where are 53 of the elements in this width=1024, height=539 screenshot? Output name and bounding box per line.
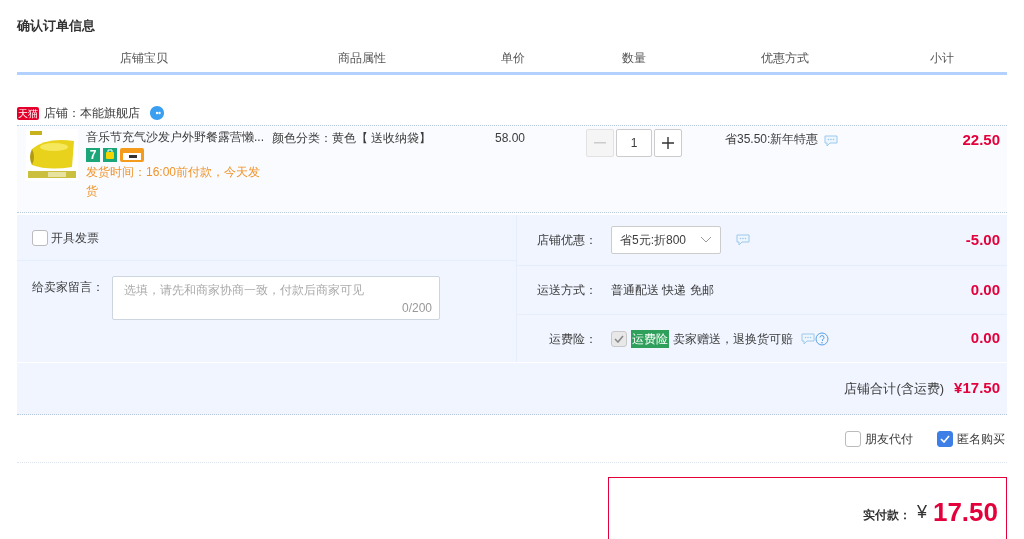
check-icon bbox=[940, 434, 950, 443]
discount-dropdown[interactable]: 省5元:折800 bbox=[611, 226, 721, 254]
shop-total-label: 店铺合计(含运费) bbox=[844, 379, 945, 398]
invoice-label[interactable]: 开具发票 bbox=[51, 228, 99, 247]
option-label[interactable]: 朋友代付 bbox=[865, 429, 913, 448]
character-counter: 0/200 bbox=[401, 300, 432, 317]
insurance-text: 卖家赠送，退换货可赔 bbox=[673, 330, 793, 348]
chat-icon[interactable] bbox=[149, 105, 165, 121]
quantity-field[interactable]: 1 bbox=[616, 129, 652, 157]
shop-discount-amount: -5.00 bbox=[965, 229, 1001, 250]
column-header: 优惠方式 bbox=[761, 50, 809, 67]
product-attributes: 颜色分类：黄色【 送收纳袋】 bbox=[272, 131, 432, 145]
delivery-time: 发货时间：16:00前付款，今天发货 bbox=[86, 164, 262, 200]
shipping-amount: 0.00 bbox=[970, 279, 1001, 300]
column-header: 单价 bbox=[501, 50, 525, 67]
discount-text: 省35.50:新年特惠 bbox=[725, 131, 819, 148]
chat-icon[interactable] bbox=[801, 332, 815, 345]
shop-total-amount: ¥17.50 bbox=[954, 378, 1000, 399]
help-icon[interactable] bbox=[815, 331, 829, 346]
chat-icon[interactable] bbox=[736, 234, 750, 246]
chat-icon[interactable] bbox=[824, 135, 839, 147]
checkbox[interactable] bbox=[845, 430, 861, 447]
page-title: 确认订单信息 bbox=[17, 17, 96, 35]
increase-button[interactable] bbox=[654, 129, 682, 157]
currency-symbol: ¥ bbox=[916, 501, 927, 524]
shop-name[interactable]: 店铺：本能旗舰店 bbox=[44, 104, 140, 122]
checkbox[interactable] bbox=[32, 229, 48, 246]
insurance-label: 运费险： bbox=[548, 330, 597, 348]
chevron-down-icon bbox=[700, 236, 712, 244]
subtotal: 22.50 bbox=[962, 131, 1000, 148]
shop-discount-label: 店铺优惠： bbox=[536, 232, 597, 249]
message-label: 给卖家留言： bbox=[32, 279, 104, 296]
product-title[interactable]: 音乐节充气沙发户外野餐露营懒... bbox=[86, 129, 266, 145]
check-icon bbox=[614, 334, 624, 343]
insurance-amount: 0.00 bbox=[970, 328, 1001, 349]
payment-label: 实付款： bbox=[862, 507, 911, 524]
seven-day-badge: 7 bbox=[86, 148, 100, 162]
payment-amount: 17.50 bbox=[932, 496, 998, 528]
column-header: 小计 bbox=[929, 50, 954, 67]
card-icon bbox=[120, 148, 144, 162]
column-header: 商品属性 bbox=[338, 50, 386, 67]
insurance-tag: 运费险 bbox=[631, 329, 669, 348]
column-header: 店铺宝贝 bbox=[120, 50, 168, 67]
option-label[interactable]: 匿名购买 bbox=[957, 429, 1005, 448]
checkbox[interactable] bbox=[937, 430, 953, 447]
column-header: 数量 bbox=[622, 50, 646, 67]
tmall-badge: 天猫 bbox=[17, 106, 39, 120]
minus-icon bbox=[594, 142, 606, 144]
plus-icon bbox=[661, 136, 675, 150]
shipping-method: 普通配送 快递 免邮 bbox=[611, 282, 714, 299]
shopping-bag-icon bbox=[103, 148, 117, 162]
shipping-label: 运送方式： bbox=[536, 282, 597, 299]
unit-price: 58.00 bbox=[495, 131, 526, 145]
